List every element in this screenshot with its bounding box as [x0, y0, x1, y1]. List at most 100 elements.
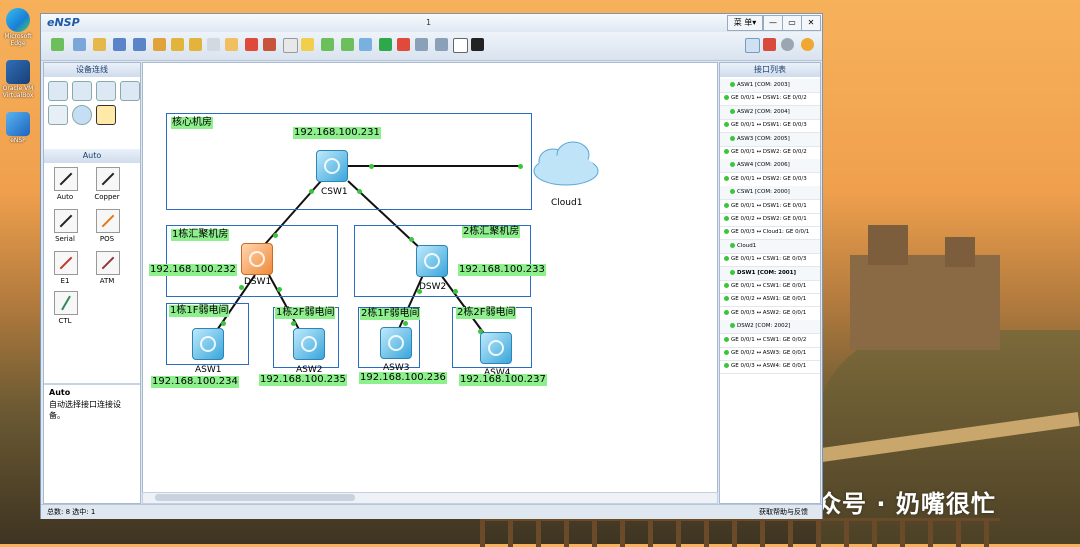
interface-link-row[interactable]: GE 0/0/1 ↔ DSW2: GE 0/0/3 — [720, 173, 820, 187]
fit-view-icon[interactable] — [359, 38, 372, 51]
zoom-out-icon[interactable] — [341, 38, 354, 51]
switch-category-icon[interactable] — [72, 81, 92, 101]
settings-icon[interactable] — [781, 38, 794, 51]
canvas-horizontal-scrollbar[interactable] — [142, 492, 718, 504]
status-dot-icon — [724, 229, 729, 235]
interface-device-row[interactable]: DSW2 [COM: 2002] — [720, 320, 820, 335]
cable-copper[interactable] — [96, 167, 120, 191]
interface-link-row[interactable]: GE 0/0/1 ↔ DSW2: GE 0/0/2 — [720, 146, 820, 160]
interface-link-row[interactable]: GE 0/0/1 ↔ CSW1: GE 0/0/2 — [720, 334, 820, 348]
desktop-icon-edge[interactable]: Microsoft Edge — [2, 8, 34, 47]
interface-row-text: GE 0/0/2 ↔ ASW3: GE 0/0/1 — [731, 350, 807, 356]
status-dot-icon — [730, 323, 735, 329]
new-topology-icon[interactable] — [51, 38, 64, 51]
switch-dsw2[interactable] — [416, 245, 448, 277]
pc-category-icon[interactable] — [48, 105, 68, 125]
maximize-button[interactable]: ▭ — [782, 15, 802, 31]
area-label: 1栋汇聚机房 — [171, 229, 230, 241]
interface-link-row[interactable]: GE 0/0/1 ↔ DSW1: GE 0/0/2 — [720, 92, 820, 107]
rectangle-icon[interactable] — [301, 38, 314, 51]
device-panel-header: 设备连线 — [44, 63, 140, 77]
device-name: DSW1 — [244, 277, 272, 287]
interface-link-row[interactable]: GE 0/0/2 ↔ DSW2: GE 0/0/1 — [720, 213, 820, 227]
redo-icon[interactable] — [189, 38, 202, 51]
interface-link-row[interactable]: GE 0/0/1 ↔ CSW1: GE 0/0/1 — [720, 280, 820, 294]
huawei-icon[interactable] — [763, 38, 776, 51]
interface-link-row[interactable]: GE 0/0/1 ↔ CSW1: GE 0/0/3 — [720, 253, 820, 268]
interface-link-row[interactable]: GE 0/0/3 ↔ ASW4: GE 0/0/1 — [720, 360, 820, 375]
switch-asw1[interactable] — [192, 328, 224, 360]
interface-device-row[interactable]: CSW1 [COM: 2000] — [720, 186, 820, 201]
save-as-icon[interactable] — [133, 38, 146, 51]
cable-auto[interactable] — [54, 167, 78, 191]
cable-e1[interactable] — [54, 251, 78, 275]
interface-link-row[interactable]: GE 0/0/1 ↔ DSW1: GE 0/0/1 — [720, 200, 820, 214]
cable-pos[interactable] — [96, 209, 120, 233]
zoom-in-icon[interactable] — [321, 38, 334, 51]
stop-device-icon[interactable] — [397, 38, 410, 51]
interface-row-text: DSW2 [COM: 2002] — [737, 323, 791, 330]
interface-row-text: GE 0/0/1 ↔ CSW1: GE 0/0/1 — [731, 283, 807, 289]
menu-button[interactable]: 菜 单▾ — [727, 15, 763, 31]
delete-all-links-icon[interactable] — [263, 38, 276, 51]
feedback-link[interactable]: 获取帮助与反馈 — [759, 505, 808, 519]
area-label: 2栋汇聚机房 — [462, 226, 521, 238]
firewall-category-icon[interactable] — [120, 81, 140, 101]
interface-link-row[interactable]: GE 0/0/1 ↔ DSW1: GE 0/0/3 — [720, 119, 820, 134]
open-icon[interactable] — [93, 38, 106, 51]
text-annotation-icon[interactable] — [283, 38, 298, 53]
interface-device-row[interactable]: Cloud1 — [720, 239, 820, 254]
status-dot-icon — [724, 122, 729, 128]
cloud1-icon[interactable] — [531, 139, 601, 189]
status-dot-icon — [730, 162, 735, 168]
switch-asw3[interactable] — [380, 327, 412, 359]
interface-device-row[interactable]: ASW1 [COM: 2003] — [720, 79, 820, 93]
switch-csw1[interactable] — [316, 150, 348, 182]
save-icon[interactable] — [113, 38, 126, 51]
delete-icon[interactable] — [245, 38, 258, 51]
switch-dsw1[interactable] — [241, 243, 273, 275]
minimize-button[interactable]: — — [763, 15, 783, 31]
console-icon[interactable] — [471, 38, 484, 51]
interface-device-row[interactable]: DSW1 [COM: 2001] — [720, 266, 820, 281]
chat-icon[interactable] — [745, 38, 760, 53]
interface-row-text: GE 0/0/1 ↔ DSW2: GE 0/0/2 — [731, 149, 807, 155]
cable-ctl[interactable] — [54, 291, 78, 315]
wlan-category-icon[interactable] — [96, 81, 116, 101]
topology-canvas[interactable]: 核心机房 1栋汇聚机房 2栋汇聚机房 1栋1F弱电间 1栋2F弱电间 2栋1F弱… — [142, 62, 718, 494]
desktop-icon-virtualbox[interactable]: Oracle VM VirtualBox — [2, 60, 34, 99]
interface-device-row[interactable]: ASW3 [COM: 2005] — [720, 132, 820, 147]
grid-icon[interactable] — [435, 38, 448, 51]
capture-icon[interactable] — [415, 38, 428, 51]
interface-link-row[interactable]: GE 0/0/2 ↔ ASW3: GE 0/0/1 — [720, 347, 820, 361]
start-device-icon[interactable] — [379, 38, 392, 51]
interface-row-text: GE 0/0/1 ↔ CSW1: GE 0/0/3 — [731, 256, 807, 263]
close-button[interactable]: ✕ — [801, 15, 821, 31]
titlebar[interactable]: eNSP 1 菜 单▾ — ▭ ✕ — [41, 14, 822, 32]
switch-asw4[interactable] — [480, 332, 512, 364]
interface-link-row[interactable]: GE 0/0/3 ↔ ASW2: GE 0/0/1 — [720, 307, 820, 321]
topology-icon[interactable] — [453, 38, 468, 53]
interface-link-row[interactable]: GE 0/0/2 ↔ ASW1: GE 0/0/1 — [720, 293, 820, 308]
print-icon[interactable] — [153, 38, 166, 51]
interface-link-row[interactable]: GE 0/0/3 ↔ Cloud1: GE 0/0/1 — [720, 226, 820, 241]
undo-icon[interactable] — [171, 38, 184, 51]
select-pointer-icon[interactable] — [207, 38, 220, 51]
device-panel: 设备连线 Auto Auto Copper Serial POS E1 ATM … — [43, 62, 141, 504]
new-example-icon[interactable] — [73, 38, 86, 51]
scrollbar-thumb[interactable] — [155, 494, 355, 501]
help-icon[interactable] — [801, 38, 814, 51]
interface-device-row[interactable]: ASW4 [COM: 2006] — [720, 159, 820, 174]
interface-device-row[interactable]: ASW2 [COM: 2004] — [720, 105, 820, 120]
status-dot-icon — [724, 363, 729, 369]
desktop-fence — [480, 518, 1000, 547]
cable-serial[interactable] — [54, 209, 78, 233]
cable-label: Copper — [94, 193, 120, 201]
cable-category-icon[interactable] — [96, 105, 116, 125]
router-category-icon[interactable] — [48, 81, 68, 101]
desktop-icon-ensp[interactable]: eNSP — [2, 112, 34, 144]
hand-drag-icon[interactable] — [225, 38, 238, 51]
switch-asw2[interactable] — [293, 328, 325, 360]
cable-atm[interactable] — [96, 251, 120, 275]
cloud-category-icon[interactable] — [72, 105, 92, 125]
